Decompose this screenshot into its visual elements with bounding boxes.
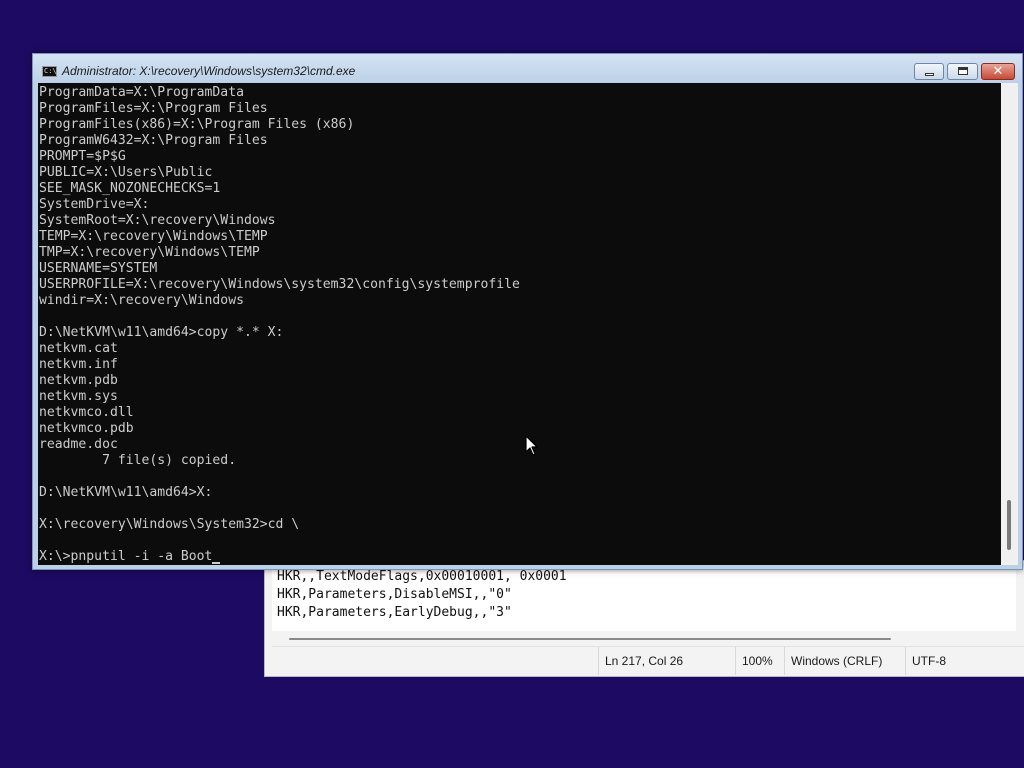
console-line: PUBLIC=X:\Users\Public [39, 165, 213, 180]
console-line: netkvm.sys [39, 389, 118, 404]
maximize-icon [958, 67, 968, 75]
console-line: ProgramFiles(x86)=X:\Program Files (x86) [39, 117, 355, 132]
scrollbar-thumb[interactable] [1007, 500, 1011, 550]
console-line: netkvm.inf [39, 357, 118, 372]
notepad-window[interactable]: HKR,,TextModeFlags,0x00010001, 0x0001 HK… [264, 560, 1024, 677]
close-button[interactable]: ✕ [981, 63, 1015, 80]
console-line: SystemRoot=X:\recovery\Windows [39, 213, 276, 228]
console-line: USERNAME=SYSTEM [39, 261, 158, 276]
notepad-line: HKR,Parameters,EarlyDebug,,"3" [277, 605, 512, 620]
close-icon: ✕ [992, 64, 1004, 79]
notepad-horizontal-scrollbar[interactable] [289, 638, 891, 640]
console-line: netkvmco.pdb [39, 421, 134, 436]
console-line: netkvm.cat [39, 341, 118, 356]
cmd-icon-label: C:\ [44, 67, 57, 75]
console-line: ProgramFiles=X:\Program Files [39, 101, 268, 116]
cmd-window[interactable]: C:\ Administrator: X:\recovery\Windows\s… [32, 53, 1023, 570]
console-line: ProgramW6432=X:\Program Files [39, 133, 268, 148]
console-line: 7 file(s) copied. [39, 453, 237, 468]
console-line: USERPROFILE=X:\recovery\Windows\system32… [39, 277, 520, 292]
console-line: D:\NetKVM\w11\amd64>X: [39, 485, 213, 500]
notepad-editor[interactable]: HKR,,TextModeFlags,0x00010001, 0x0001 HK… [272, 561, 1016, 631]
command-input-line[interactable]: X:\>pnputil -i -a Boot [39, 549, 221, 565]
mouse-pointer-icon [525, 435, 538, 456]
notepad-status-bar: Ln 217, Col 26 100% Windows (CRLF) UTF-8 [272, 646, 1024, 675]
console-line: TMP=X:\recovery\Windows\TEMP [39, 245, 260, 260]
status-cursor-position: Ln 217, Col 26 [598, 647, 731, 675]
console-output[interactable]: ProgramData=X:\ProgramData ProgramFiles=X… [38, 83, 1001, 565]
status-encoding: UTF-8 [905, 647, 1012, 675]
console-line: readme.doc [39, 437, 118, 452]
notepad-line: HKR,,TextModeFlags,0x00010001, 0x0001 [277, 569, 567, 584]
console-vertical-scrollbar[interactable] [1001, 83, 1018, 565]
console-line: PROMPT=$P$G [39, 149, 126, 164]
text-cursor [212, 562, 221, 564]
minimize-icon [925, 73, 934, 76]
minimize-button[interactable] [914, 63, 944, 80]
console-line: X:\recovery\Windows\System32>cd \ [39, 517, 300, 532]
window-title: Administrator: X:\recovery\Windows\syste… [62, 64, 356, 78]
status-zoom: 100% [735, 647, 780, 675]
console-line: SystemDrive=X: [39, 197, 150, 212]
console-line: TEMP=X:\recovery\Windows\TEMP [39, 229, 268, 244]
console-line: SEE_MASK_NOZONECHECKS=1 [39, 181, 221, 196]
status-line-ending: Windows (CRLF) [784, 647, 899, 675]
notepad-line: HKR,Parameters,DisableMSI,,"0" [277, 587, 512, 602]
console-line: netkvm.pdb [39, 373, 118, 388]
console-line: D:\NetKVM\w11\amd64>copy *.* X: [39, 325, 284, 340]
cmd-app-icon[interactable]: C:\ [42, 66, 57, 77]
cmd-title-bar[interactable]: C:\ Administrator: X:\recovery\Windows\s… [33, 54, 1022, 83]
maximize-button[interactable] [947, 63, 978, 80]
current-command: X:\>pnputil -i -a Boot [39, 549, 213, 564]
console-line: ProgramData=X:\ProgramData [39, 85, 244, 100]
console-line: windir=X:\recovery\Windows [39, 293, 244, 308]
console-line: netkvmco.dll [39, 405, 134, 420]
